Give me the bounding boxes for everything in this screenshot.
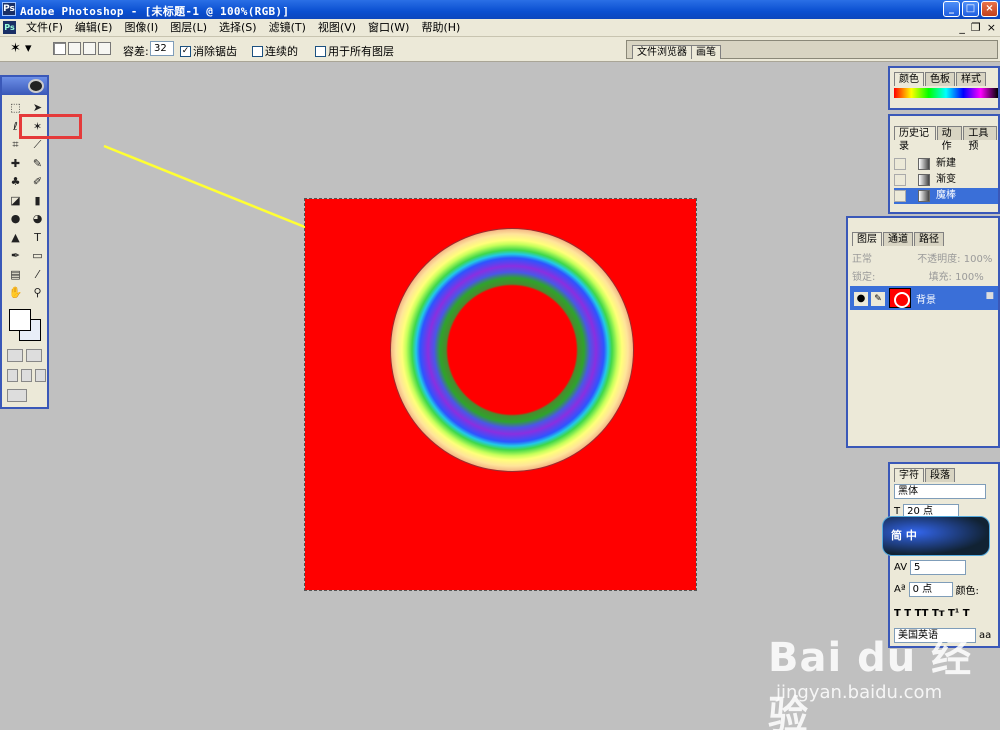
baseline-shift-icon: Aª xyxy=(894,584,906,595)
lock-icon: ■ xyxy=(985,291,994,301)
font-family-select[interactable]: 黑体 xyxy=(894,484,986,499)
color-palette: 颜色 色板 样式 xyxy=(888,66,1000,110)
history-item-selected[interactable]: 魔棒 xyxy=(894,188,998,204)
layer-brush-icon: ✎ xyxy=(871,292,885,306)
layers-palette: 图层 通道 路径 正常 不透明度: 100% 锁定: 填充: 100% ● ✎ … xyxy=(846,216,1000,448)
tab-color[interactable]: 颜色 xyxy=(894,72,924,86)
history-item[interactable]: 渐变 xyxy=(894,172,998,188)
tab-swatches[interactable]: 色板 xyxy=(925,72,955,86)
blend-mode-select[interactable]: 正常 xyxy=(852,254,872,265)
tab-styles[interactable]: 样式 xyxy=(956,72,986,86)
fill-value[interactable]: 100% xyxy=(955,272,984,283)
history-palette: 历史记录 动作 工具预 新建 渐变 魔棒 xyxy=(888,114,1000,214)
tracking-icon: AV xyxy=(894,562,908,573)
history-snapshot-checkbox[interactable] xyxy=(894,190,906,202)
opacity-label: 不透明度: xyxy=(917,254,961,265)
tab-channels[interactable]: 通道 xyxy=(883,232,913,246)
magic-wand-step-icon xyxy=(918,190,930,202)
lock-label: 锁定: xyxy=(852,272,876,283)
tab-layers[interactable]: 图层 xyxy=(852,232,882,246)
fill-label: 填充: xyxy=(928,272,952,283)
history-snapshot-checkbox[interactable] xyxy=(894,174,906,186)
layer-thumbnail xyxy=(889,288,911,308)
gradient-step-icon xyxy=(918,174,930,186)
history-item[interactable]: 新建 xyxy=(894,156,998,172)
tab-history[interactable]: 历史记录 xyxy=(894,126,936,152)
history-item-label: 渐变 xyxy=(936,174,956,185)
tab-tool-presets[interactable]: 工具预 xyxy=(963,126,998,152)
layer-row-background[interactable]: ● ✎ 背景 ■ xyxy=(850,286,998,310)
history-item-label: 魔棒 xyxy=(936,190,956,201)
tracking-select[interactable]: 5 xyxy=(910,560,967,575)
history-item-label: 新建 xyxy=(936,158,956,169)
color-spectrum-bar[interactable] xyxy=(894,88,998,98)
tab-actions[interactable]: 动作 xyxy=(936,126,963,152)
baidu-logo-text: Bai du 经验 xyxy=(768,635,973,730)
baseline-shift-input[interactable]: 0 点 xyxy=(908,582,953,597)
history-step-icon xyxy=(918,158,930,170)
layer-visibility-eye-icon[interactable]: ● xyxy=(854,292,868,306)
text-color-label: 颜色: xyxy=(955,586,979,597)
sticker-text: 简 中 xyxy=(891,529,917,542)
tab-paths[interactable]: 路径 xyxy=(914,232,944,246)
baidu-watermark: Bai du 经验 jingyan.baidu.com xyxy=(768,625,1000,730)
rainbow-ring-selection xyxy=(391,229,633,471)
history-snapshot-checkbox[interactable] xyxy=(894,158,906,170)
foreground-color-swatch[interactable] xyxy=(9,309,31,331)
type-style-buttons[interactable]: T T TT Tт T¹ T xyxy=(894,608,970,619)
watermark-sticker: 简 中 xyxy=(882,516,990,556)
tab-paragraph[interactable]: 段落 xyxy=(925,468,955,482)
opacity-value[interactable]: 100% xyxy=(964,254,993,265)
layer-name: 背景 xyxy=(916,295,936,306)
baidu-url: jingyan.baidu.com xyxy=(776,682,943,703)
tab-character[interactable]: 字符 xyxy=(894,468,924,482)
